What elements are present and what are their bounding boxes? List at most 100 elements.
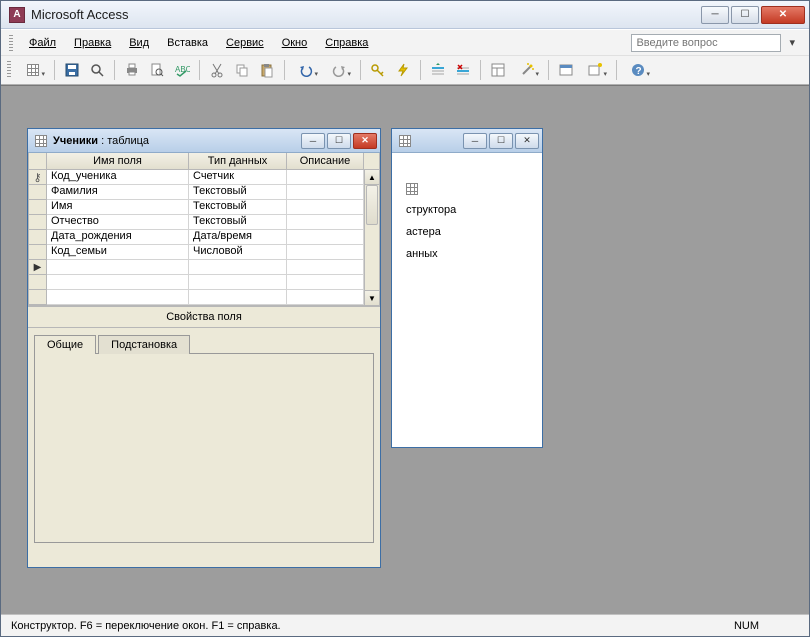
minimize-button[interactable]: ─ bbox=[701, 6, 729, 24]
table-row[interactable] bbox=[29, 275, 364, 290]
td-close-button[interactable]: ✕ bbox=[353, 133, 377, 149]
cell-data-type[interactable]: Текстовый bbox=[189, 215, 287, 230]
list-item[interactable]: астера bbox=[406, 221, 536, 243]
cell-field-name[interactable]: Код_ученика bbox=[47, 170, 189, 185]
print-preview-button[interactable] bbox=[146, 59, 168, 81]
cell-data-type[interactable]: Счетчик bbox=[189, 170, 287, 185]
cell-field-name[interactable]: Отчество bbox=[47, 215, 189, 230]
database-window[interactable]: ─ ☐ ✕ структора астера анных bbox=[391, 128, 543, 448]
table-designer-window[interactable]: Ученики : таблица ─ ☐ ✕ Имя поля Тип дан… bbox=[27, 128, 381, 568]
table-row[interactable]: ОтчествоТекстовый bbox=[29, 215, 364, 230]
cell-data-type[interactable] bbox=[189, 260, 287, 275]
col-header-description[interactable]: Описание bbox=[287, 153, 364, 170]
td-minimize-button[interactable]: ─ bbox=[301, 133, 325, 149]
cell-description[interactable] bbox=[287, 215, 364, 230]
table-row[interactable]: Дата_рожденияДата/время bbox=[29, 230, 364, 245]
cell-description[interactable] bbox=[287, 260, 364, 275]
cut-button[interactable] bbox=[206, 59, 228, 81]
table-row[interactable]: ▶ bbox=[29, 260, 364, 275]
insert-rows-button[interactable] bbox=[427, 59, 449, 81]
scroll-up-button[interactable]: ▲ bbox=[365, 170, 379, 185]
cell-data-type[interactable]: Дата/время bbox=[189, 230, 287, 245]
indexes-button[interactable] bbox=[392, 59, 414, 81]
cell-data-type[interactable]: Текстовый bbox=[189, 200, 287, 215]
cell-field-name[interactable]: Дата_рождения bbox=[47, 230, 189, 245]
menu-insert[interactable]: Вставка bbox=[159, 34, 216, 52]
search-button[interactable] bbox=[86, 59, 108, 81]
cell-field-name[interactable]: Фамилия bbox=[47, 185, 189, 200]
table-row[interactable]: ФамилияТекстовый bbox=[29, 185, 364, 200]
db-minimize-button[interactable]: ─ bbox=[463, 133, 487, 149]
col-header-field-name[interactable]: Имя поля bbox=[47, 153, 189, 170]
print-button[interactable] bbox=[121, 59, 143, 81]
table-row[interactable]: ИмяТекстовый bbox=[29, 200, 364, 215]
cell-description[interactable] bbox=[287, 200, 364, 215]
cell-description[interactable] bbox=[287, 185, 364, 200]
row-selector[interactable] bbox=[29, 200, 47, 215]
cell-field-name[interactable] bbox=[47, 275, 189, 290]
db-window-titlebar[interactable]: ─ ☐ ✕ bbox=[392, 129, 542, 153]
table-designer-titlebar[interactable]: Ученики : таблица ─ ☐ ✕ bbox=[28, 129, 380, 153]
toolbar-grip[interactable] bbox=[7, 61, 11, 79]
cell-field-name[interactable] bbox=[47, 290, 189, 305]
cell-description[interactable] bbox=[287, 230, 364, 245]
build-button[interactable] bbox=[512, 59, 542, 81]
delete-rows-button[interactable] bbox=[452, 59, 474, 81]
paste-button[interactable] bbox=[256, 59, 278, 81]
db-maximize-button[interactable]: ☐ bbox=[489, 133, 513, 149]
row-selector[interactable] bbox=[29, 215, 47, 230]
cell-description[interactable] bbox=[287, 245, 364, 260]
database-window-button[interactable] bbox=[555, 59, 577, 81]
col-header-data-type[interactable]: Тип данных bbox=[189, 153, 287, 170]
cell-description[interactable] bbox=[287, 275, 364, 290]
view-dropdown-button[interactable] bbox=[18, 59, 48, 81]
spelling-button[interactable]: ABC bbox=[171, 59, 193, 81]
cell-description[interactable] bbox=[287, 170, 364, 185]
row-selector[interactable] bbox=[29, 290, 47, 305]
td-maximize-button[interactable]: ☐ bbox=[327, 133, 351, 149]
ask-question-input[interactable] bbox=[631, 34, 781, 52]
cell-data-type[interactable] bbox=[189, 275, 287, 290]
cell-data-type[interactable]: Текстовый bbox=[189, 185, 287, 200]
table-row[interactable]: Код_ученикаСчетчик bbox=[29, 170, 364, 185]
tab-lookup[interactable]: Подстановка bbox=[98, 335, 190, 354]
scroll-down-button[interactable]: ▼ bbox=[365, 290, 379, 305]
redo-button[interactable] bbox=[324, 59, 354, 81]
menu-window[interactable]: Окно bbox=[274, 34, 316, 52]
row-selector[interactable] bbox=[29, 245, 47, 260]
menu-view[interactable]: Вид bbox=[121, 34, 157, 52]
row-selector[interactable] bbox=[29, 170, 47, 185]
list-item[interactable]: структора bbox=[406, 199, 536, 221]
menu-edit[interactable]: Правка bbox=[66, 34, 119, 52]
row-selector[interactable] bbox=[29, 230, 47, 245]
cell-description[interactable] bbox=[287, 290, 364, 305]
cell-field-name[interactable] bbox=[47, 260, 189, 275]
maximize-button[interactable]: ☐ bbox=[731, 6, 759, 24]
menu-service[interactable]: Сервис bbox=[218, 34, 272, 52]
scroll-thumb[interactable] bbox=[366, 185, 378, 225]
menu-help[interactable]: Справка bbox=[317, 34, 376, 52]
cell-field-name[interactable]: Имя bbox=[47, 200, 189, 215]
row-selector-header[interactable] bbox=[29, 153, 47, 170]
save-button[interactable] bbox=[61, 59, 83, 81]
help-button[interactable]: ? bbox=[623, 59, 653, 81]
primary-key-button[interactable] bbox=[367, 59, 389, 81]
ask-question-dropdown-icon[interactable]: ▾ bbox=[783, 36, 801, 49]
cell-data-type[interactable] bbox=[189, 290, 287, 305]
db-close-button[interactable]: ✕ bbox=[515, 133, 539, 149]
close-button[interactable]: ✕ bbox=[761, 6, 805, 24]
row-selector[interactable] bbox=[29, 185, 47, 200]
new-object-button[interactable] bbox=[580, 59, 610, 81]
cell-data-type[interactable]: Числовой bbox=[189, 245, 287, 260]
menubar-grip[interactable] bbox=[9, 35, 13, 51]
tab-general[interactable]: Общие bbox=[34, 335, 96, 354]
properties-button[interactable] bbox=[487, 59, 509, 81]
table-row[interactable]: Код_семьиЧисловой bbox=[29, 245, 364, 260]
list-item[interactable]: анных bbox=[406, 243, 536, 265]
menu-file[interactable]: Файл bbox=[21, 34, 64, 52]
copy-button[interactable] bbox=[231, 59, 253, 81]
cell-field-name[interactable]: Код_семьи bbox=[47, 245, 189, 260]
row-selector[interactable] bbox=[29, 275, 47, 290]
table-row[interactable] bbox=[29, 290, 364, 305]
undo-button[interactable] bbox=[291, 59, 321, 81]
